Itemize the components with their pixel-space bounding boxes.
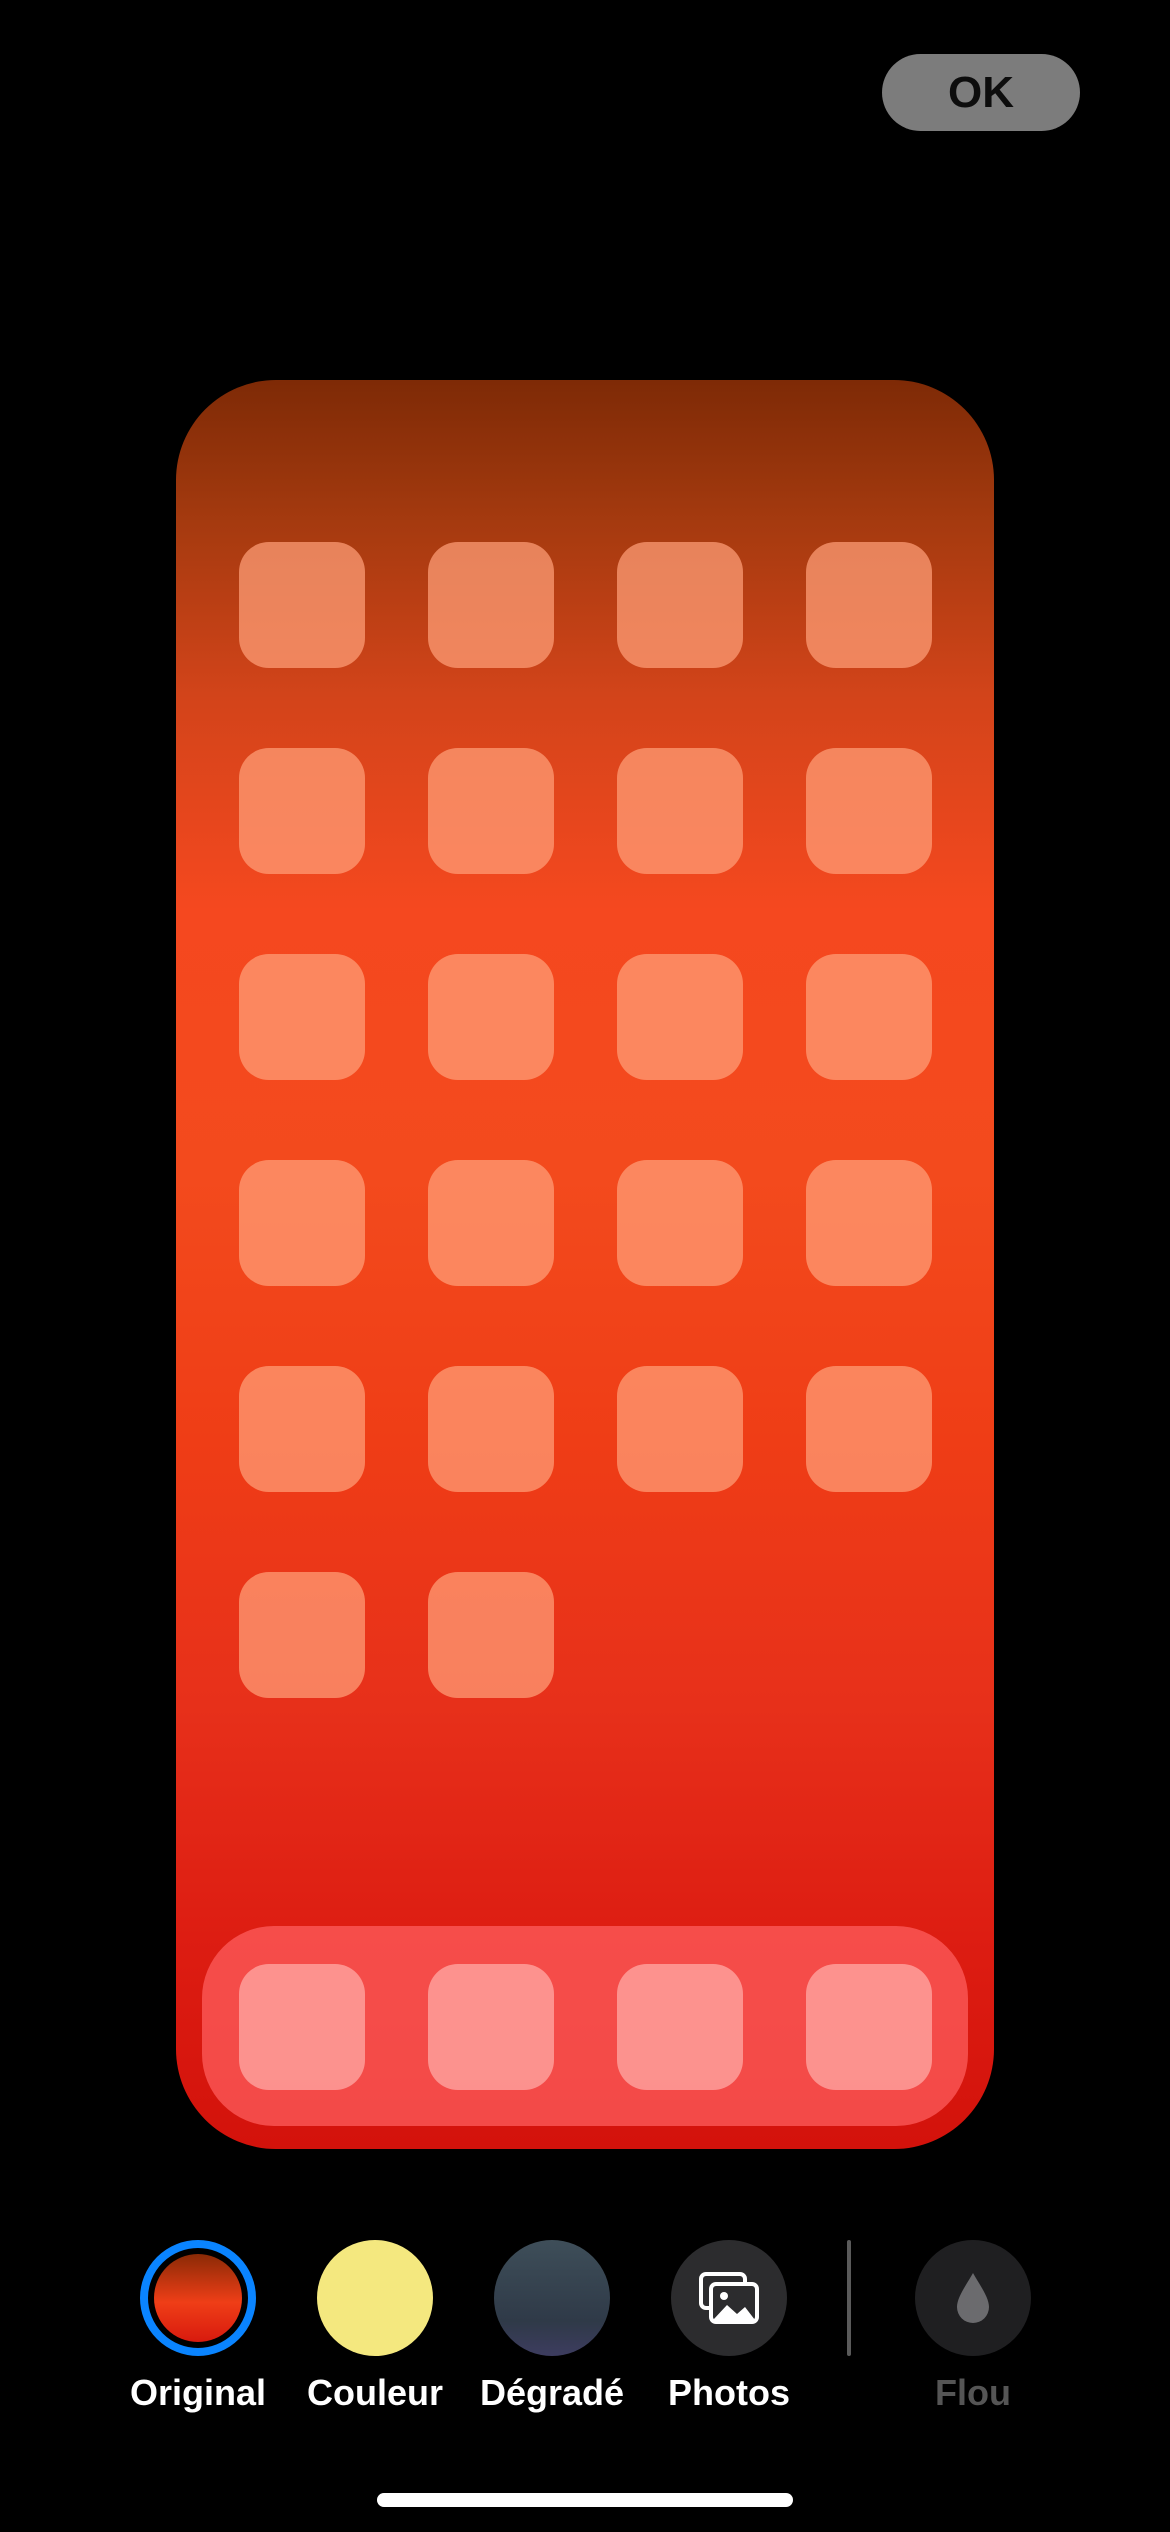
app-icon-placeholder	[239, 1572, 365, 1698]
app-icon-grid	[239, 542, 932, 1698]
ok-button[interactable]: OK	[882, 54, 1080, 131]
blur-drop-icon	[915, 2240, 1031, 2356]
app-icon-placeholder	[617, 542, 743, 668]
dock-icon-placeholder	[239, 1964, 365, 2090]
app-icon-placeholder	[239, 954, 365, 1080]
option-photos[interactable]: Photos	[629, 2240, 829, 2414]
app-icon-placeholder	[428, 1160, 554, 1286]
app-icon-placeholder	[617, 954, 743, 1080]
app-icon-placeholder	[617, 1160, 743, 1286]
app-icon-placeholder	[428, 954, 554, 1080]
app-icon-placeholder	[806, 1366, 932, 1492]
option-photos-label: Photos	[668, 2372, 790, 2413]
option-degrade[interactable]: Dégradé	[452, 2240, 652, 2414]
app-icon-placeholder	[239, 748, 365, 874]
color-swatch-icon	[317, 2240, 433, 2356]
option-couleur-label: Couleur	[306, 2372, 443, 2413]
app-icon-placeholder	[428, 748, 554, 874]
home-screen-preview	[176, 380, 994, 2149]
option-degrade-label: Dégradé	[479, 2372, 625, 2413]
dock-icon-placeholder	[806, 1964, 932, 2090]
option-flou[interactable]: Flou	[873, 2240, 1073, 2414]
option-couleur[interactable]: Couleur	[275, 2240, 475, 2414]
app-icon-placeholder	[806, 748, 932, 874]
original-swatch-icon	[140, 2240, 256, 2356]
options-divider	[847, 2240, 851, 2356]
photos-icon	[671, 2240, 787, 2356]
home-indicator[interactable]	[377, 2493, 793, 2507]
app-icon-placeholder	[428, 1572, 554, 1698]
app-icon-placeholder	[806, 1160, 932, 1286]
option-flou-label: Flou	[935, 2372, 1011, 2413]
app-icon-placeholder	[239, 1366, 365, 1492]
option-original[interactable]: Original	[98, 2240, 298, 2414]
app-icon-placeholder	[239, 542, 365, 668]
app-icon-placeholder	[806, 542, 932, 668]
dock-icon-placeholder	[428, 1964, 554, 2090]
app-icon-placeholder	[239, 1160, 365, 1286]
app-icon-placeholder	[428, 1366, 554, 1492]
gradient-swatch-icon	[494, 2240, 610, 2356]
app-icon-placeholder	[617, 748, 743, 874]
dock	[202, 1926, 968, 2126]
option-original-label: Original	[129, 2372, 267, 2413]
app-icon-placeholder	[428, 542, 554, 668]
dock-icon-placeholder	[617, 1964, 743, 2090]
app-icon-placeholder	[617, 1366, 743, 1492]
app-icon-placeholder	[806, 954, 932, 1080]
